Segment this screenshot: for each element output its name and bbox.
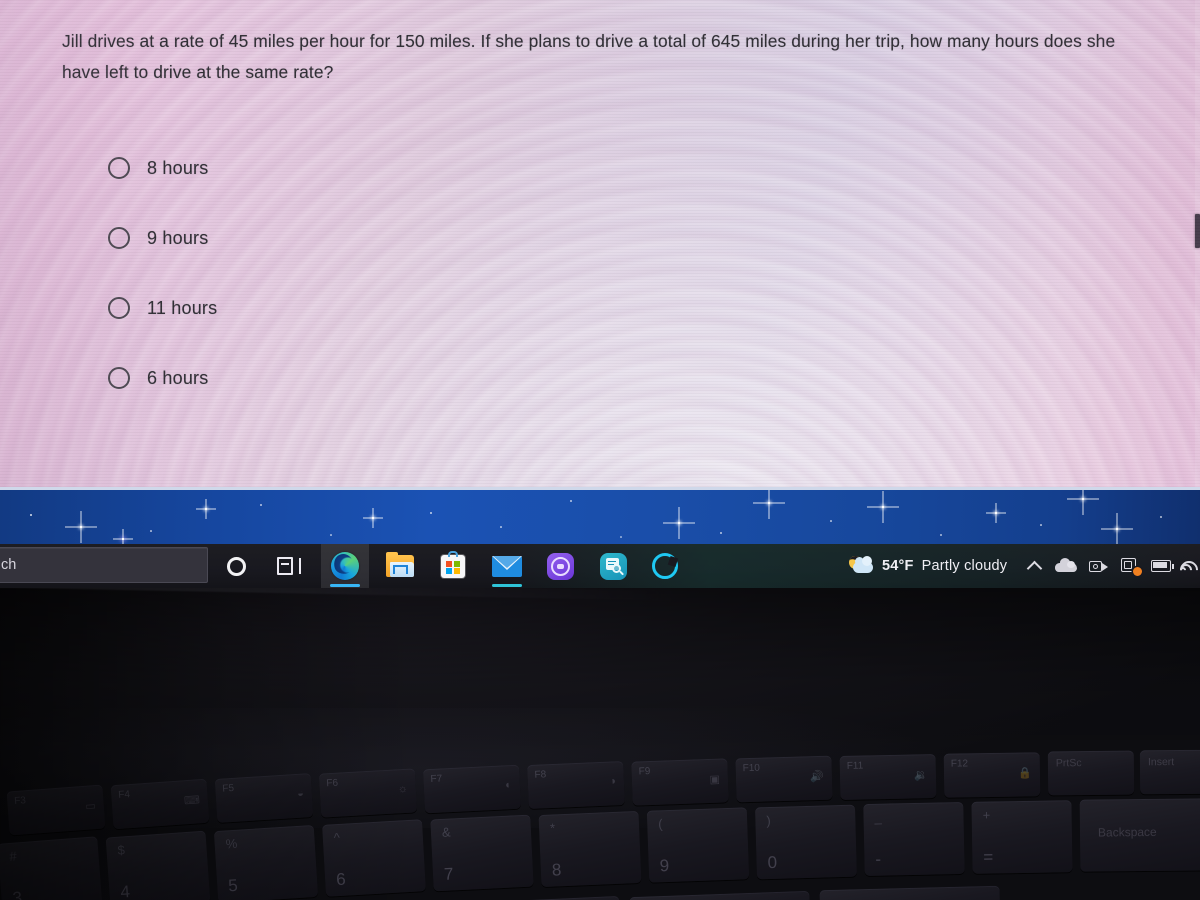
key-0[interactable]: ) 0 (755, 804, 857, 880)
tray-battery[interactable] (1146, 544, 1178, 588)
key-f5[interactable]: F5 ◒ (214, 773, 314, 823)
key-4[interactable]: $4 (105, 830, 211, 900)
laptop-body: F3 ▭ F4 ⌨ F5 ◒ F6 ☼ F7 ◐ F8 ◑ F9 ▣ F10 🔊 F11 🔉 F1… (0, 588, 1200, 900)
page-scrollbar[interactable] (1195, 0, 1200, 487)
key-6[interactable]: ^ 6 (322, 819, 426, 897)
magnifier-icon (599, 552, 627, 580)
moon-cloud-icon (847, 554, 874, 576)
answer-options-list: 8 hours 9 hours 11 hours 6 hours (108, 133, 668, 413)
running-indicator (330, 584, 360, 587)
key-f9[interactable]: F9 ▣ (631, 758, 729, 806)
radio-button-icon[interactable] (108, 367, 130, 389)
cyan-ring-icon (652, 553, 678, 579)
key-9[interactable]: (9 (646, 807, 750, 883)
key-row-below[interactable] (439, 895, 621, 900)
key-f8[interactable]: F8 ◑ (527, 761, 625, 809)
key-row-below[interactable] (819, 885, 1001, 900)
tray-notification-app[interactable] (1114, 544, 1146, 588)
key-f7[interactable]: F7 ◐ (422, 764, 522, 814)
taskbar-button-cortana[interactable] (212, 544, 260, 588)
tray-camera[interactable] (1082, 544, 1114, 588)
cortana-ring-icon (226, 556, 246, 576)
taskbar-button-purple-app[interactable] (536, 544, 584, 588)
key-row-below[interactable] (629, 890, 811, 900)
folder-icon (386, 552, 414, 577)
answer-option[interactable]: 8 hours (108, 133, 668, 203)
key-8[interactable]: * 8 (538, 810, 642, 888)
page-scrollbar-thumb[interactable] (1195, 214, 1200, 248)
purple-circle-icon (546, 552, 574, 580)
taskbar-button-microsoft-edge[interactable] (321, 544, 369, 588)
key-f12[interactable]: F12 🔒 (943, 752, 1041, 798)
laptop-photo-scene: Jill drives at a rate of 45 miles per ho… (0, 0, 1200, 900)
key-minus[interactable]: _ - (863, 801, 965, 877)
quiz-content-area: Jill drives at a rate of 45 miles per ho… (0, 0, 1200, 487)
key-5[interactable]: % 5 (213, 824, 319, 900)
taskbar-button-search-app[interactable] (589, 544, 637, 588)
desktop-wallpaper (0, 487, 1200, 544)
running-indicator (492, 584, 522, 587)
answer-option-label: 11 hours (147, 297, 218, 318)
taskbar-button-file-explorer[interactable] (376, 544, 424, 588)
key-f10[interactable]: F10 🔊 (735, 755, 833, 803)
key-f11[interactable]: F11 🔉 (839, 753, 937, 801)
task-view-icon (277, 557, 301, 575)
taskbar-button-assistant-app[interactable] (641, 544, 689, 588)
key-insert[interactable]: Insert (1139, 749, 1200, 795)
laptop-keyboard: F3 ▭ F4 ⌨ F5 ◒ F6 ☼ F7 ◐ F8 ◑ F9 ▣ F10 🔊 F11 🔉 F1… (0, 588, 1200, 900)
wifi-icon (1179, 558, 1199, 574)
weather-widget[interactable]: 54°F Partly cloudy (847, 544, 1008, 588)
answer-option-label: 9 hours (147, 227, 209, 248)
key-f6[interactable]: F6 ☼ (318, 768, 418, 818)
key-f4[interactable]: F4 ⌨ (110, 778, 210, 830)
key-backspace[interactable]: Backspace (1079, 798, 1200, 872)
taskbar-button-task-view[interactable] (265, 544, 313, 588)
radio-button-icon[interactable] (108, 297, 130, 319)
badged-app-icon (1121, 558, 1142, 576)
taskbar-button-mail[interactable] (483, 544, 531, 588)
mail-envelope-icon (492, 555, 522, 577)
radio-button-icon[interactable] (108, 227, 130, 249)
edge-icon (331, 552, 359, 580)
answer-option[interactable]: 6 hours (108, 343, 668, 413)
answer-option[interactable]: 11 hours (108, 273, 668, 343)
weather-temperature: 54°F (882, 558, 914, 574)
radio-button-icon[interactable] (108, 157, 130, 179)
answer-option[interactable]: 9 hours (108, 203, 668, 273)
chevron-up-icon (1026, 560, 1042, 576)
key-equals[interactable]: + = (971, 800, 1073, 874)
answer-option-label: 8 hours (147, 157, 209, 178)
tray-show-hidden-icons[interactable] (1018, 544, 1050, 588)
store-bag-icon (441, 550, 465, 578)
search-input-text: ch (1, 557, 17, 573)
camera-icon (1089, 559, 1108, 574)
key-prtsc[interactable]: PrtSc (1047, 750, 1135, 796)
cloud-icon (1055, 558, 1077, 572)
tray-network[interactable] (1178, 544, 1200, 588)
system-tray (1018, 544, 1200, 588)
key-7[interactable]: & 7 (430, 814, 534, 892)
key-3[interactable]: #3 (0, 836, 103, 900)
weather-condition: Partly cloudy (921, 558, 1008, 574)
answer-option-label: 6 hours (147, 367, 209, 388)
taskbar-button-microsoft-store[interactable] (429, 544, 477, 588)
windows-taskbar: ch 54°F Partly cloudy (0, 544, 1200, 588)
battery-icon (1151, 560, 1174, 572)
question-text: Jill drives at a rate of 45 miles per ho… (62, 31, 1116, 82)
search-input[interactable]: ch (0, 547, 208, 583)
tray-onedrive[interactable] (1050, 544, 1082, 588)
key-f3[interactable]: F3 ▭ (6, 784, 106, 836)
